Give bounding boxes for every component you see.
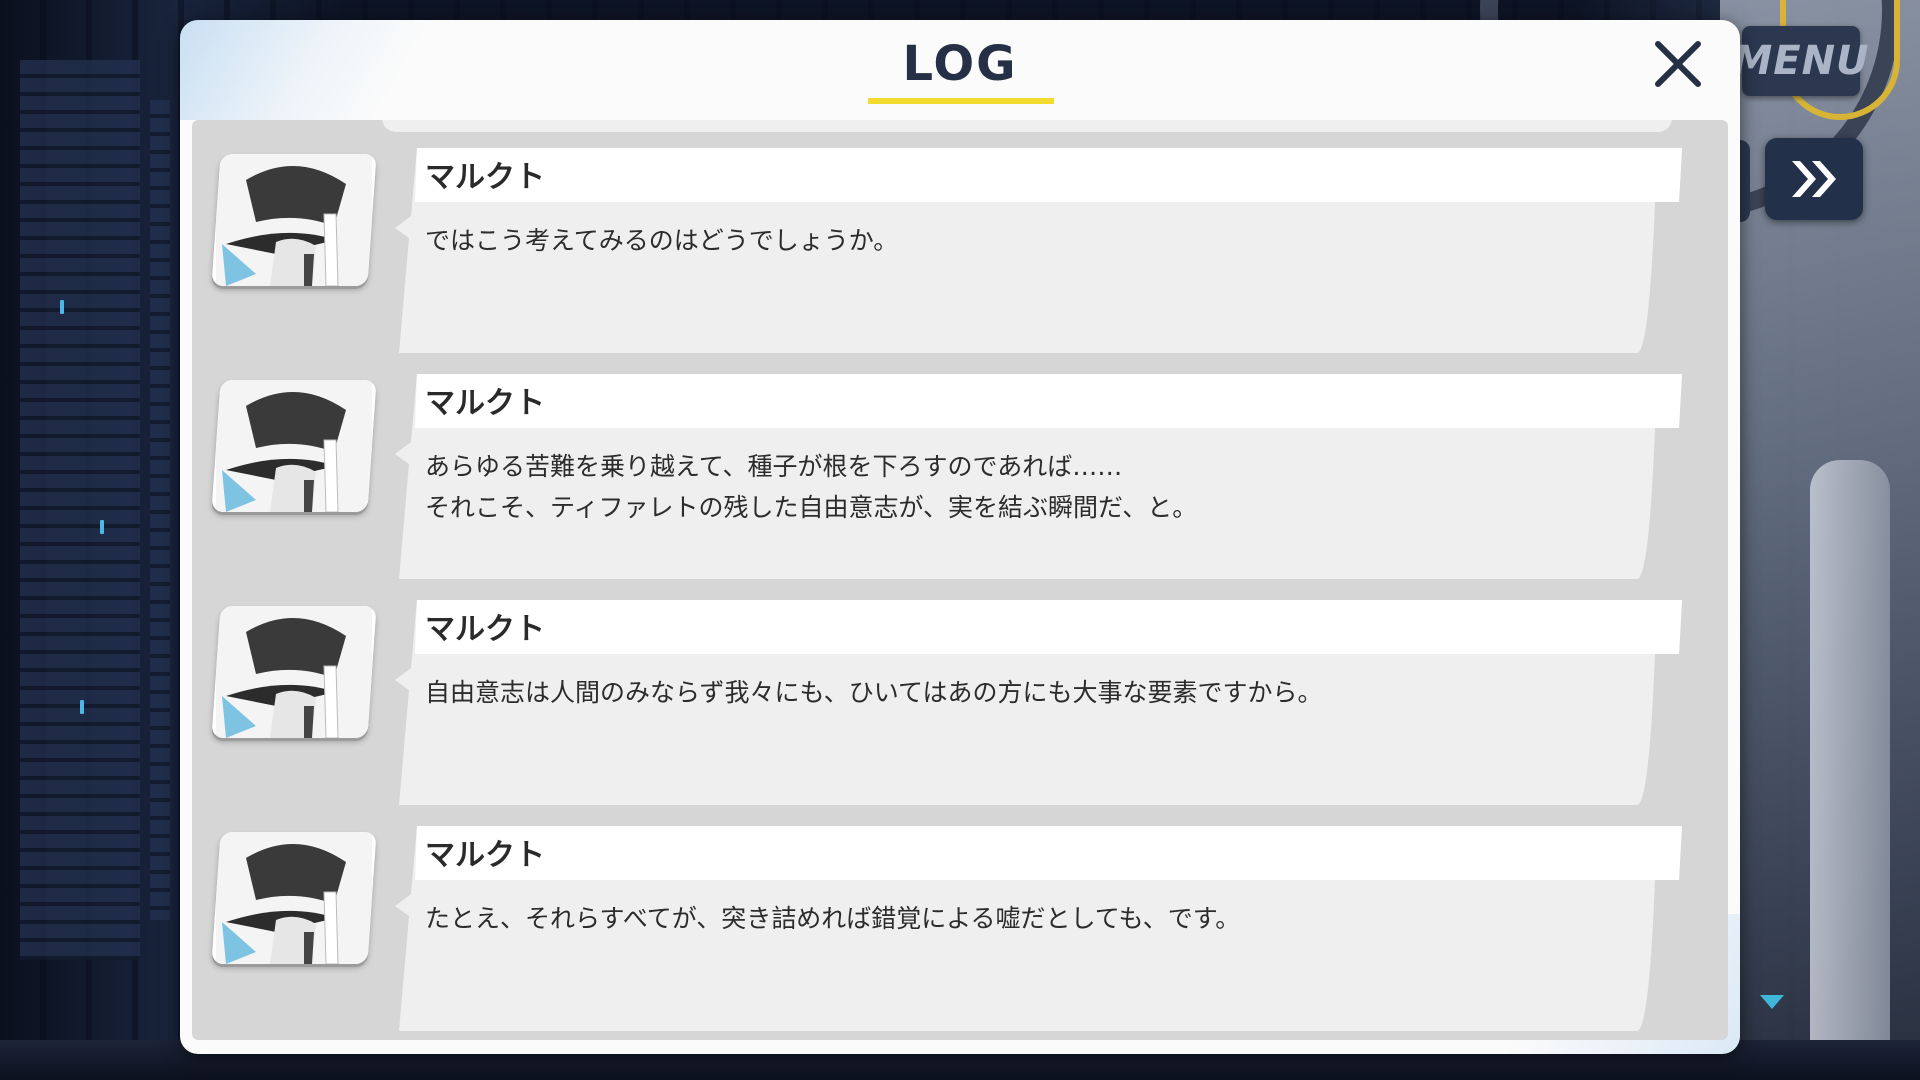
background-light [100, 520, 104, 534]
background-pillar [1810, 460, 1890, 1080]
background-light [80, 700, 84, 714]
speaker-name: マルクト [425, 612, 545, 647]
speaker-name: マルクト [425, 838, 545, 873]
character-portrait-icon [216, 154, 372, 286]
fast-forward-icon [1792, 161, 1836, 197]
log-title: LOG [902, 36, 1018, 92]
message-bubble: マルクト ではこう考えてみるのはどうでしょうか。 [387, 148, 1687, 358]
previous-entry-edge [382, 120, 1672, 132]
avatar [211, 154, 377, 286]
fast-forward-button[interactable] [1765, 138, 1863, 220]
message-text: ではこう考えてみるのはどうでしょうか。 [425, 226, 899, 255]
scroll-down-marker [1760, 995, 1784, 1009]
background-server-rack [20, 60, 140, 960]
character-portrait-icon [216, 380, 372, 512]
avatar [211, 606, 377, 738]
background-server-rack [150, 100, 170, 920]
message-bubble: マルクト たとえ、それらすべてが、突き詰めれば錯覚による嘘だとしても、です。 [387, 826, 1687, 1036]
menu-button[interactable]: MENU [1732, 26, 1869, 96]
log-list[interactable]: マルクト ではこう考えてみるのはどうでしょうか。 マルクト あらゆる苦難を乗り越… [192, 120, 1728, 1040]
avatar [211, 380, 377, 512]
close-icon [1655, 41, 1701, 87]
close-button[interactable] [1648, 34, 1708, 94]
message-text: たとえ、それらすべてが、突き詰めれば錯覚による嘘だとしても、です。 [425, 904, 1241, 933]
message-text: 自由意志は人間のみならず我々にも、ひいてはあの方にも大事な要素ですから。 [425, 678, 1323, 707]
message-bubble: マルクト 自由意志は人間のみならず我々にも、ひいてはあの方にも大事な要素ですから… [387, 600, 1687, 810]
speaker-name: マルクト [425, 160, 545, 195]
avatar [211, 832, 377, 964]
character-portrait-icon [216, 832, 372, 964]
menu-button-label: MENU [1732, 38, 1870, 84]
message-bubble: マルクト あらゆる苦難を乗り越えて、種子が根を下ろすのであれば…… それこそ、テ… [387, 374, 1687, 584]
log-panel: LOG マルクト ではこう考えてみるのはどうでしょうか。 マルクト あらゆる苦難… [180, 20, 1740, 1054]
log-entry: マルクト たとえ、それらすべてが、突き詰めれば錯覚による嘘だとしても、です。 [192, 826, 1728, 1040]
log-entry: マルクト 自由意志は人間のみならず我々にも、ひいてはあの方にも大事な要素ですから… [192, 600, 1728, 815]
log-entry: マルクト あらゆる苦難を乗り越えて、種子が根を下ろすのであれば…… それこそ、テ… [192, 374, 1728, 589]
character-portrait-icon [216, 606, 372, 738]
title-underline [868, 98, 1054, 104]
background-light [60, 300, 64, 314]
log-entry: マルクト ではこう考えてみるのはどうでしょうか。 [192, 148, 1728, 363]
speaker-name: マルクト [425, 386, 545, 421]
message-text: あらゆる苦難を乗り越えて、種子が根を下ろすのであれば…… それこそ、ティファレト… [425, 452, 1198, 522]
